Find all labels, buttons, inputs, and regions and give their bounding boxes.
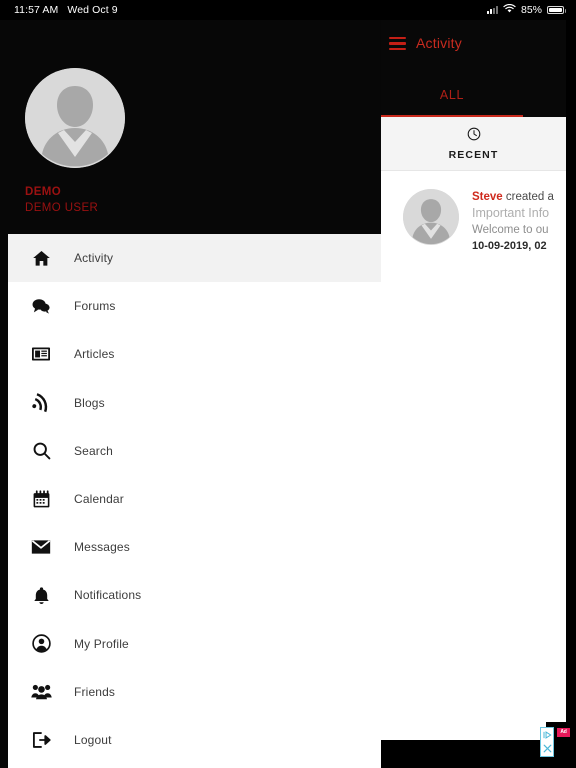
- user-circle-icon: [8, 634, 74, 653]
- newspaper-icon: [8, 345, 74, 363]
- hamburger-menu-icon[interactable]: [389, 37, 406, 50]
- sidebar-item-label: Search: [74, 443, 113, 458]
- tab-all[interactable]: ALL: [381, 77, 523, 117]
- activity-panel: Activity ALL RECENT Steve created a Impo…: [381, 20, 566, 753]
- status-date: Wed Oct 9: [67, 4, 118, 16]
- wifi-icon: [503, 3, 516, 16]
- logout-arrow-icon: [8, 731, 74, 749]
- ad-controls[interactable]: [540, 727, 554, 757]
- activity-item-headline: Steve created a: [472, 189, 554, 205]
- activity-item[interactable]: Steve created a Important Info Welcome t…: [381, 171, 566, 254]
- home-icon: [8, 249, 74, 268]
- bell-icon: [8, 586, 74, 605]
- recent-section-label: RECENT: [448, 148, 499, 161]
- drawer-menu-list: Activity Forums Articles Blogs Search Ca…: [8, 234, 381, 768]
- sidebar-item-articles[interactable]: Articles: [8, 330, 381, 378]
- activity-timestamp: 10-09-2019, 02: [472, 240, 547, 252]
- sidebar-item-notifications[interactable]: Notifications: [8, 571, 381, 619]
- battery-percent: 85%: [520, 4, 542, 16]
- sidebar-item-label: Messages: [74, 540, 130, 555]
- user-avatar-placeholder: [403, 189, 459, 245]
- activity-actor[interactable]: Steve: [472, 191, 503, 203]
- activity-excerpt: Welcome to ou: [472, 224, 549, 236]
- sidebar-item-blogs[interactable]: Blogs: [8, 379, 381, 427]
- home-indicator[interactable]: [198, 756, 378, 760]
- clock-icon: [467, 127, 481, 146]
- sidebar-item-label: Logout: [74, 732, 112, 747]
- activity-action: created a: [505, 191, 554, 203]
- activity-feed: Steve created a Important Info Welcome t…: [381, 171, 566, 740]
- tablet-screen: 11:57 AM Wed Oct 9 85% DEMO DEMO USER Ac…: [0, 0, 576, 768]
- sidebar-item-label: My Profile: [74, 636, 129, 651]
- status-bar: 11:57 AM Wed Oct 9 85%: [0, 0, 576, 20]
- user-avatar-placeholder: [25, 68, 125, 168]
- rss-icon: [8, 392, 74, 412]
- drawer-user-fullname: DEMO USER: [25, 202, 99, 214]
- tab-bar: ALL: [381, 77, 566, 117]
- search-icon: [8, 441, 74, 460]
- ad-play-icon[interactable]: [543, 730, 552, 739]
- status-bar-left: 11:57 AM Wed Oct 9: [0, 4, 118, 16]
- sidebar-item-label: Calendar: [74, 492, 124, 507]
- sidebar-item-search[interactable]: Search: [8, 427, 381, 475]
- page-title: Activity: [416, 35, 462, 51]
- drawer-profile-header[interactable]: DEMO DEMO USER: [0, 20, 381, 216]
- sidebar-item-friends[interactable]: Friends: [8, 668, 381, 716]
- calendar-icon: [8, 489, 74, 509]
- status-time: 11:57 AM: [14, 4, 59, 16]
- activity-subject[interactable]: Important Info: [472, 205, 554, 222]
- sidebar-item-label: Activity: [74, 251, 114, 266]
- sidebar-item-label: Notifications: [74, 588, 142, 603]
- navigation-drawer: DEMO DEMO USER Activity Forums Articles …: [0, 20, 381, 768]
- ad-badge: Ad: [557, 728, 570, 737]
- activity-item-text: Steve created a Important Info Welcome t…: [459, 189, 554, 254]
- battery-icon: [547, 5, 566, 15]
- sidebar-item-my-profile[interactable]: My Profile: [8, 620, 381, 668]
- cellular-bars-icon: [486, 6, 498, 14]
- ad-close-icon[interactable]: [543, 744, 552, 753]
- sidebar-item-calendar[interactable]: Calendar: [8, 475, 381, 523]
- sidebar-item-label: Articles: [74, 347, 115, 362]
- sidebar-item-activity[interactable]: Activity: [8, 234, 381, 283]
- drawer-username: DEMO: [25, 186, 62, 198]
- app-top-bar: Activity: [381, 20, 566, 77]
- sidebar-item-messages[interactable]: Messages: [8, 523, 381, 571]
- ad-badge-label: Ad: [560, 729, 567, 735]
- sidebar-item-forums[interactable]: Forums: [8, 282, 381, 330]
- chat-bubbles-icon: [8, 297, 74, 316]
- recent-section-header: RECENT: [381, 117, 566, 171]
- people-group-icon: [8, 683, 74, 700]
- envelope-icon: [8, 539, 74, 555]
- sidebar-item-label: Friends: [74, 684, 116, 699]
- sidebar-item-label: Forums: [74, 299, 116, 314]
- tab-active-indicator: [381, 114, 523, 117]
- sidebar-item-label: Blogs: [74, 395, 105, 410]
- status-bar-right: 85%: [486, 3, 576, 16]
